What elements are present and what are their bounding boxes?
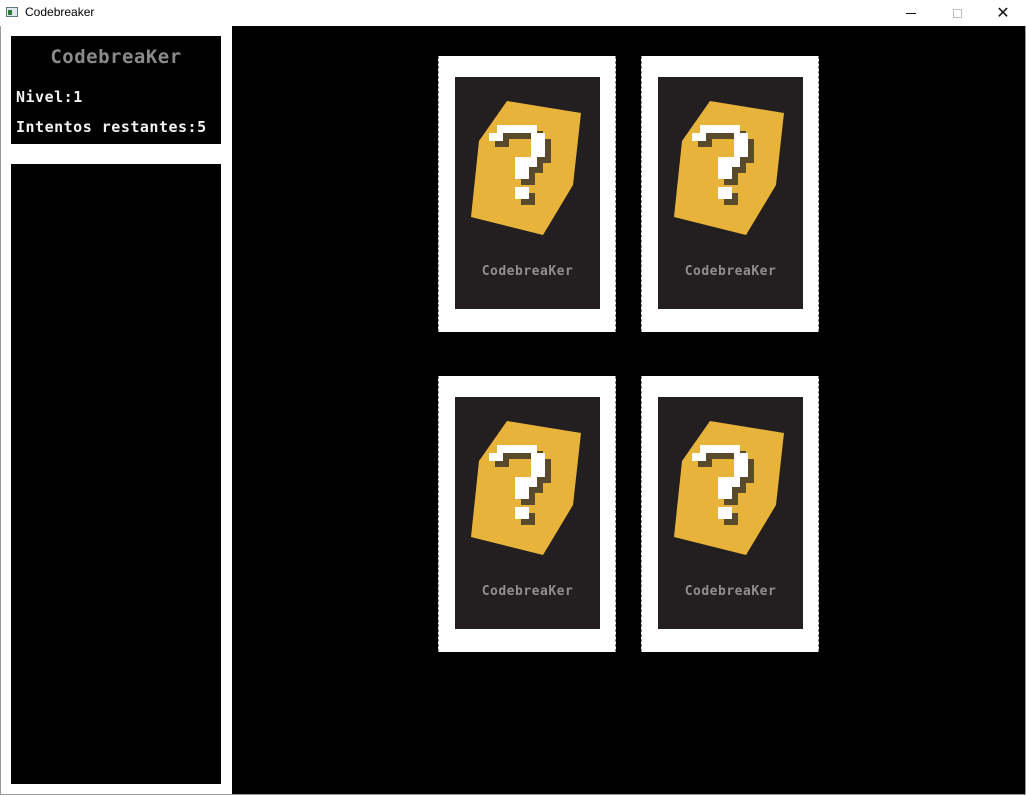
game-title: CodebreaKer bbox=[50, 46, 182, 68]
card-back: CodebreaKer bbox=[455, 397, 600, 629]
card-back: CodebreaKer bbox=[455, 77, 600, 309]
info-panel: CodebreaKer Nivel:1 Intentos restantes:5 bbox=[11, 36, 221, 144]
card-2[interactable]: CodebreaKer bbox=[641, 56, 819, 332]
card-4[interactable]: CodebreaKer bbox=[641, 376, 819, 652]
title-bar: Codebreaker ✕ bbox=[0, 0, 1026, 26]
card-brand: CodebreaKer bbox=[684, 264, 777, 279]
question-mark-icon bbox=[471, 421, 581, 555]
card-1[interactable]: CodebreaKer bbox=[438, 56, 616, 332]
attempts-indicator: Intentos restantes:5 bbox=[16, 118, 207, 136]
maximize-button[interactable] bbox=[934, 0, 980, 26]
attempts-label: Intentos restantes: bbox=[16, 118, 198, 136]
minimize-icon bbox=[906, 12, 916, 14]
card-brand: CodebreaKer bbox=[684, 584, 777, 599]
level-label: Nivel: bbox=[16, 88, 74, 106]
card-3[interactable]: CodebreaKer bbox=[438, 376, 616, 652]
question-mark-icon bbox=[471, 101, 581, 235]
level-indicator: Nivel:1 bbox=[16, 88, 83, 106]
history-panel bbox=[11, 164, 221, 784]
card-brand: CodebreaKer bbox=[481, 264, 574, 279]
app-icon bbox=[6, 7, 18, 17]
minimize-button[interactable] bbox=[888, 0, 934, 26]
close-icon: ✕ bbox=[996, 3, 1010, 22]
question-mark-icon bbox=[674, 101, 784, 235]
card-back: CodebreaKer bbox=[658, 397, 803, 629]
close-button[interactable]: ✕ bbox=[980, 0, 1026, 26]
card-back: CodebreaKer bbox=[658, 77, 803, 309]
attempts-value: 5 bbox=[197, 118, 207, 136]
maximize-icon bbox=[952, 8, 962, 18]
window-title: Codebreaker bbox=[25, 5, 95, 19]
question-mark-icon bbox=[674, 421, 784, 555]
level-value: 1 bbox=[73, 88, 83, 106]
game-board: CodebreaKer CodebreaKer CodebreaKer Code… bbox=[232, 26, 1025, 794]
card-brand: CodebreaKer bbox=[481, 584, 574, 599]
